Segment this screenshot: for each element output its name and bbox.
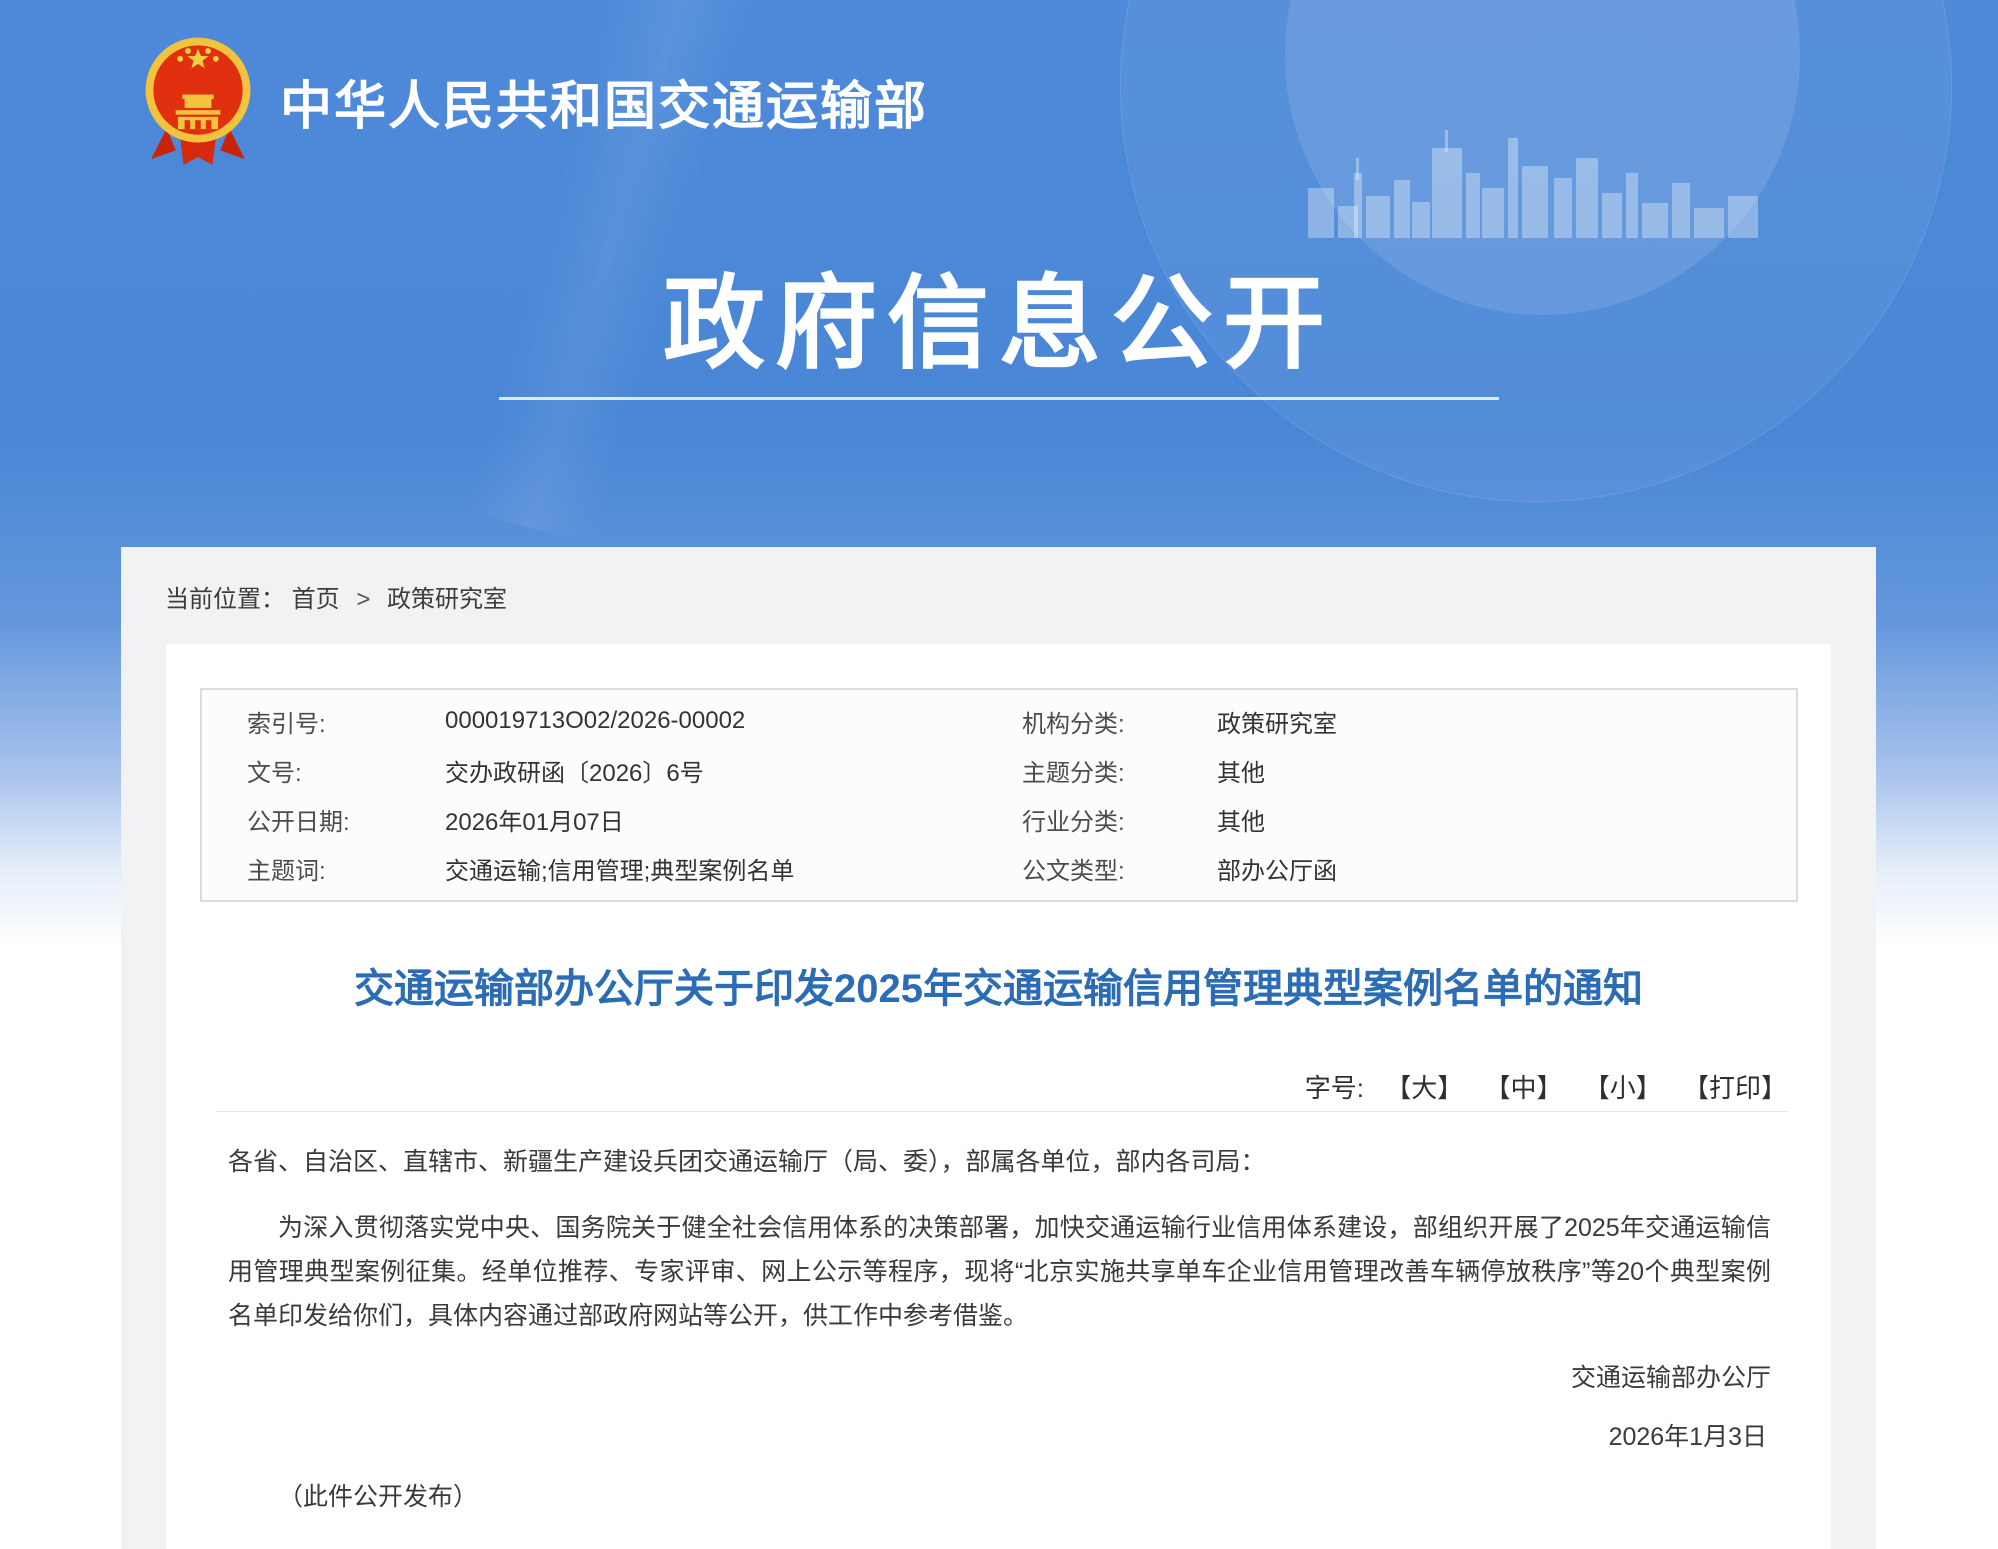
breadcrumb-separator: > bbox=[356, 586, 370, 613]
site-name: 中华人民共和国交通运输部 bbox=[280, 64, 928, 139]
print-button[interactable]: 【打印】 bbox=[1683, 1073, 1787, 1103]
meta-value: 其他 bbox=[1217, 802, 1796, 837]
city-skyline-graphic bbox=[1308, 118, 1760, 243]
national-emblem-logo bbox=[142, 32, 254, 171]
page: 中华人民共和国交通运输部 政府信息公开 当前位置： 首页 > 政策研究室 索引号… bbox=[0, 0, 1998, 1549]
title-divider bbox=[216, 1111, 1787, 1112]
meta-label: 行业分类: bbox=[1022, 802, 1217, 837]
meta-label: 主题分类: bbox=[1022, 753, 1217, 788]
site-brand[interactable]: 中华人民共和国交通运输部 bbox=[142, 32, 928, 171]
meta-label: 索引号: bbox=[247, 704, 445, 739]
public-release-note: （此件公开发布） bbox=[228, 1475, 1771, 1519]
meta-value: 部办公厅函 bbox=[1217, 851, 1796, 886]
page-title: 政府信息公开 bbox=[0, 242, 1998, 389]
meta-value: 其他 bbox=[1217, 753, 1796, 788]
meta-label: 主题词: bbox=[247, 851, 445, 886]
meta-value: 交办政研函〔2026〕6号 bbox=[445, 753, 1022, 788]
meta-value: 000019713O02/2026-00002 bbox=[445, 707, 1022, 735]
meta-label: 文号: bbox=[247, 753, 445, 788]
meta-label: 公开日期: bbox=[247, 802, 445, 837]
font-size-medium-button[interactable]: 【中】 bbox=[1484, 1073, 1562, 1103]
table-row: 公开日期: 2026年01月07日 行业分类: 其他 bbox=[202, 796, 1796, 844]
font-size-bar: 字号: 【大】 【中】 【小】 【打印】 bbox=[1305, 1068, 1787, 1105]
meta-value: 2026年01月07日 bbox=[445, 802, 1022, 837]
breadcrumb-home-link[interactable]: 首页 bbox=[292, 586, 340, 613]
font-size-large-button[interactable]: 【大】 bbox=[1385, 1073, 1463, 1103]
breadcrumb-current-link[interactable]: 政策研究室 bbox=[387, 586, 507, 613]
meta-label: 公文类型: bbox=[1022, 851, 1217, 886]
table-row: 索引号: 000019713O02/2026-00002 机构分类: 政策研究室 bbox=[202, 697, 1796, 745]
breadcrumb-label: 当前位置： bbox=[165, 586, 285, 613]
meta-value: 政策研究室 bbox=[1217, 704, 1796, 739]
meta-label: 机构分类: bbox=[1022, 704, 1217, 739]
meta-value: 交通运输;信用管理;典型案例名单 bbox=[445, 851, 1022, 886]
content-panel: 当前位置： 首页 > 政策研究室 索引号: 000019713O02/2026-… bbox=[121, 547, 1876, 1549]
table-row: 文号: 交办政研函〔2026〕6号 主题分类: 其他 bbox=[202, 746, 1796, 794]
signature-org: 交通运输部办公厅 bbox=[228, 1356, 1771, 1400]
metadata-table: 索引号: 000019713O02/2026-00002 机构分类: 政策研究室… bbox=[200, 688, 1798, 902]
title-underline bbox=[499, 397, 1499, 400]
body-paragraph: 为深入贯彻落实党中央、国务院关于健全社会信用体系的决策部署，加快交通运输行业信用… bbox=[228, 1206, 1771, 1338]
document-body: 各省、自治区、直辖市、新疆生产建设兵团交通运输厅（局、委），部属各单位，部内各司… bbox=[228, 1140, 1771, 1519]
font-size-label: 字号: bbox=[1305, 1073, 1364, 1103]
breadcrumb: 当前位置： 首页 > 政策研究室 bbox=[165, 579, 507, 614]
table-row: 主题词: 交通运输;信用管理;典型案例名单 公文类型: 部办公厅函 bbox=[202, 845, 1796, 893]
document-area: 索引号: 000019713O02/2026-00002 机构分类: 政策研究室… bbox=[166, 644, 1831, 1549]
signature-date: 2026年1月3日 bbox=[228, 1415, 1767, 1459]
document-title: 交通运输部办公厅关于印发2025年交通运输信用管理典型案例名单的通知 bbox=[186, 956, 1811, 1014]
salutation-line: 各省、自治区、直辖市、新疆生产建设兵团交通运输厅（局、委），部属各单位，部内各司… bbox=[228, 1140, 1771, 1184]
font-size-small-button[interactable]: 【小】 bbox=[1584, 1073, 1662, 1103]
